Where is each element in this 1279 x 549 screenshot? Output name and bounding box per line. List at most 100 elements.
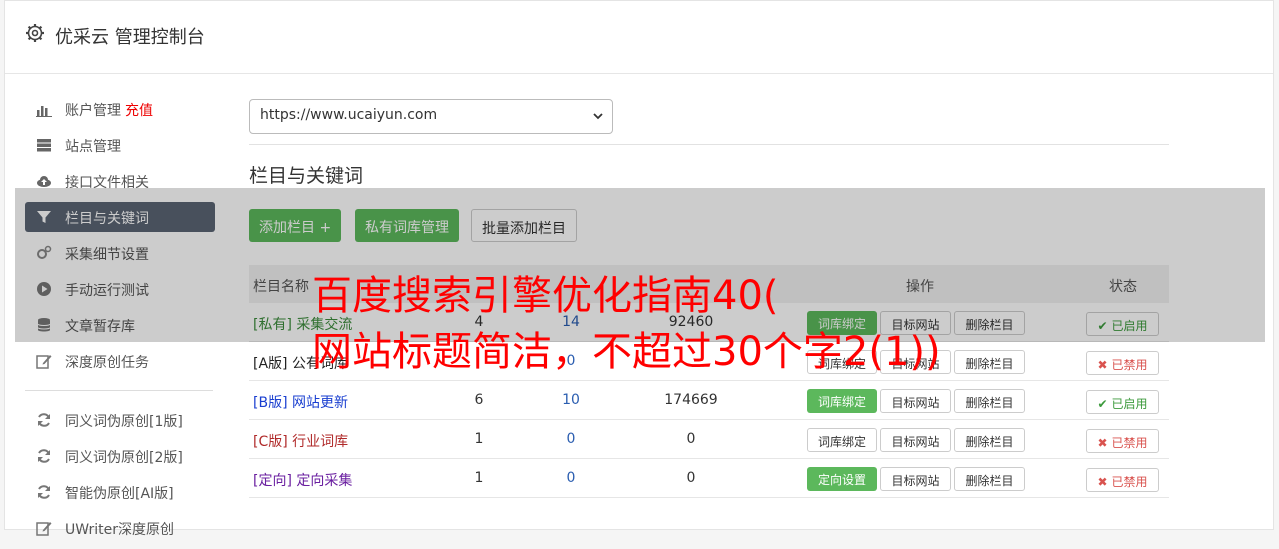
sidebar-item-synonym-v1[interactable]: 同义词伪原创[1版] (25, 405, 215, 435)
count-2[interactable]: 0 (561, 431, 581, 447)
table-row: [B版] 网站更新 6 10 174669 词库绑定 目标网站 删除栏目 ✔ 已启用 (249, 381, 1169, 420)
sidebar-item-label: 手动运行测试 (65, 283, 149, 299)
recharge-link[interactable]: 充值 (125, 103, 153, 119)
filter-icon (37, 211, 51, 223)
sidebar-item-ai-rewrite[interactable]: 智能伪原创[AI版] (25, 477, 215, 507)
count-2[interactable]: 10 (561, 392, 581, 408)
status-label: 已禁用 (1111, 475, 1148, 489)
cogs-icon (37, 245, 52, 259)
target-site-button[interactable]: 目标网站 (880, 428, 951, 452)
count-2[interactable]: 0 (561, 470, 581, 486)
gear-icon (26, 24, 44, 42)
delete-column-button[interactable]: 删除栏目 (954, 311, 1025, 335)
header-name: 栏目名称 (253, 279, 309, 295)
edit-icon (36, 522, 52, 536)
bind-lib-button[interactable]: 定向设置 (807, 467, 877, 491)
count-1: 1 (474, 470, 484, 486)
sidebar-item-label: UWriter深度原创 (65, 522, 174, 538)
refresh-icon (38, 413, 50, 427)
header-status: 状态 (1109, 279, 1137, 295)
status-toggle[interactable]: ✔ 已启用 (1086, 390, 1159, 414)
sidebar-item-deep-original[interactable]: 深度原创任务 (25, 346, 215, 376)
sidebar-item-label: 接口文件相关 (65, 175, 149, 191)
refresh-icon (38, 485, 50, 499)
column-tag: [私有] (253, 317, 292, 333)
column-tag: [C版] (253, 434, 288, 450)
status-toggle[interactable]: ✔ 已启用 (1086, 312, 1159, 336)
target-site-button[interactable]: 目标网站 (880, 467, 951, 491)
column-tag: [定向] (253, 473, 292, 489)
count-3: 174669 (664, 392, 718, 408)
private-lib-button[interactable]: 私有词库管理 (355, 209, 459, 242)
bind-lib-button[interactable]: 词库绑定 (807, 389, 877, 413)
table-row: [C版] 行业词库 1 0 0 词库绑定 目标网站 删除栏目 ✖ 已禁用 (249, 420, 1169, 459)
column-name[interactable]: [C版] 行业词库 (253, 431, 348, 451)
x-icon: ✖ (1097, 475, 1108, 489)
edit-icon (36, 355, 52, 369)
site-select-value: https://www.ucaiyun.com (260, 107, 438, 123)
status-toggle[interactable]: ✖ 已禁用 (1086, 429, 1159, 453)
target-site-button[interactable]: 目标网站 (880, 389, 951, 413)
count-3: 0 (686, 470, 696, 486)
sidebar-divider (25, 390, 213, 391)
app-frame: 优采云 管理控制台 账户管理 充值 站点管理 接口文件相关 栏目与关键词 采集细节… (4, 0, 1274, 538)
watermark-title: 百度搜索引擎优化指南40( 网站标题简洁，不超过30个字2(1)) (312, 268, 941, 380)
column-tag: [A版] (253, 356, 288, 372)
sidebar-item-label: 栏目与关键词 (65, 211, 149, 227)
count-3: 0 (686, 431, 696, 447)
play-circle-icon (37, 282, 51, 296)
sidebar-item-label: 智能伪原创[AI版] (65, 486, 174, 502)
sidebar-item-account[interactable]: 账户管理 充值 (25, 94, 215, 124)
sidebar-item-label: 同义词伪原创[1版] (65, 414, 183, 430)
sidebar-nav: 账户管理 充值 站点管理 接口文件相关 栏目与关键词 采集细节设置 手动运行测试 … (25, 94, 215, 549)
bar-chart-icon (36, 106, 52, 117)
sidebar-item-label: 账户管理 (65, 103, 121, 119)
top-bar: 优采云 管理控制台 (5, 1, 1273, 74)
sidebar-item-synonym-v2[interactable]: 同义词伪原创[2版] (25, 441, 215, 471)
watermark-line-2: 网站标题简洁，不超过30个字2(1)) (312, 329, 941, 375)
column-title: 网站更新 (291, 395, 348, 411)
sidebar-item-label: 采集细节设置 (65, 247, 149, 263)
status-label: 已启用 (1111, 397, 1148, 411)
delete-column-button[interactable]: 删除栏目 (954, 389, 1025, 413)
server-icon (37, 139, 51, 152)
batch-add-button[interactable]: 批量添加栏目 (471, 209, 577, 242)
app-title: 优采云 管理控制台 (55, 27, 205, 48)
check-icon: ✔ (1097, 319, 1108, 333)
database-icon (37, 318, 51, 332)
column-title: 定向采集 (296, 473, 353, 489)
delete-column-button[interactable]: 删除栏目 (954, 350, 1025, 374)
check-icon: ✔ (1097, 397, 1108, 411)
chevron-down-icon (593, 113, 603, 120)
sidebar-item-label: 站点管理 (65, 139, 121, 155)
add-column-button[interactable]: 添加栏目 + (249, 209, 342, 242)
sidebar-item-api-files[interactable]: 接口文件相关 (25, 166, 215, 196)
count-1: 6 (474, 392, 484, 408)
divider (249, 144, 1169, 145)
count-1: 1 (474, 431, 484, 447)
table-row: [定向] 定向采集 1 0 0 定向设置 目标网站 删除栏目 ✖ 已禁用 (249, 459, 1169, 498)
sidebar-item-uwriter[interactable]: UWriter深度原创 (25, 513, 215, 543)
sidebar-item-article-storage[interactable]: 文章暂存库 (25, 310, 215, 340)
sidebar-item-manual-run[interactable]: 手动运行测试 (25, 274, 215, 304)
x-icon: ✖ (1097, 436, 1108, 450)
bind-lib-button[interactable]: 词库绑定 (807, 428, 877, 452)
sidebar-item-collect-settings[interactable]: 采集细节设置 (25, 238, 215, 268)
delete-column-button[interactable]: 删除栏目 (954, 467, 1025, 491)
column-name[interactable]: [B版] 网站更新 (253, 392, 348, 412)
site-select[interactable]: https://www.ucaiyun.com (249, 99, 613, 134)
sidebar-item-sites[interactable]: 站点管理 (25, 130, 215, 160)
refresh-icon (38, 449, 50, 463)
status-toggle[interactable]: ✖ 已禁用 (1086, 468, 1159, 492)
column-title: 行业词库 (292, 434, 349, 450)
watermark-line-1: 百度搜索引擎优化指南40( (312, 273, 779, 319)
status-toggle[interactable]: ✖ 已禁用 (1086, 351, 1159, 375)
column-tag: [B版] (253, 395, 288, 411)
column-name[interactable]: [定向] 定向采集 (253, 470, 352, 490)
sidebar-item-columns-keywords[interactable]: 栏目与关键词 (25, 202, 215, 232)
status-label: 已禁用 (1111, 436, 1148, 450)
x-icon: ✖ (1097, 358, 1108, 372)
sidebar-item-label: 深度原创任务 (65, 355, 149, 371)
sidebar-item-label: 同义词伪原创[2版] (65, 450, 183, 466)
delete-column-button[interactable]: 删除栏目 (954, 428, 1025, 452)
